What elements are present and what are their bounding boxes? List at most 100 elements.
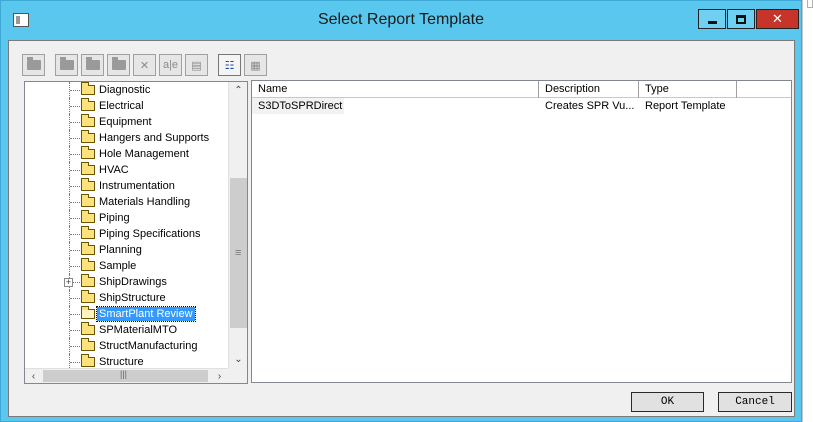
background-element: [807, 0, 813, 8]
grip-icon: |||: [120, 369, 128, 379]
tree-line: [70, 106, 80, 107]
tree-vertical-scrollbar[interactable]: ⌃ ≡ ⌄: [228, 82, 247, 368]
tree-item[interactable]: Sample: [25, 258, 228, 274]
tree-item[interactable]: Hole Management: [25, 146, 228, 162]
tree-item-label: Hole Management: [99, 148, 189, 160]
dialog-client-area: ✕ a|e ▤ ☷ ▦ Diagnostic Electrical Equipmen…: [8, 40, 795, 417]
tree-item[interactable]: Structure: [25, 354, 228, 368]
folder-icon: [81, 130, 95, 143]
horizontal-scroll-thumb[interactable]: |||: [43, 369, 208, 382]
tree-item[interactable]: SPMaterialMTO: [25, 322, 228, 338]
up-folder-icon: [26, 57, 41, 70]
properties-icon: ▤: [191, 59, 202, 72]
template-list[interactable]: Name Description Type S3DToSPRDirect Cre…: [251, 80, 792, 383]
scroll-left-icon[interactable]: ‹: [25, 369, 42, 383]
column-header-type[interactable]: Type: [639, 81, 737, 98]
tree-list: Diagnostic Electrical Equipment Hangers and…: [25, 82, 228, 368]
folder-icon: [81, 210, 95, 223]
folder-icon: [111, 57, 126, 70]
tree-item[interactable]: HVAC: [25, 162, 228, 178]
folder-icon: [81, 194, 95, 207]
tree-line: [70, 314, 80, 315]
tree-item[interactable]: Diagnostic: [25, 82, 228, 98]
scroll-up-icon[interactable]: ⌃: [229, 82, 247, 99]
tree-item-label: StructManufacturing: [99, 340, 198, 352]
tree-line: [70, 90, 80, 91]
tree-item[interactable]: Electrical: [25, 98, 228, 114]
tree-item-label: ShipDrawings: [99, 276, 167, 288]
cancel-button[interactable]: Cancel: [718, 392, 792, 412]
tree-item[interactable]: + ShipDrawings: [25, 274, 228, 290]
tree-item[interactable]: Planning: [25, 242, 228, 258]
properties-button[interactable]: ▤: [185, 54, 208, 76]
folder-button[interactable]: [107, 54, 130, 76]
tree-item[interactable]: StructManufacturing: [25, 338, 228, 354]
folder-tree[interactable]: Diagnostic Electrical Equipment Hangers and…: [24, 81, 248, 384]
tree-item[interactable]: ShipStructure: [25, 290, 228, 306]
folder-icon: [81, 162, 95, 175]
column-header-name[interactable]: Name: [252, 81, 539, 98]
toolbar: ✕ a|e ▤ ☷ ▦: [22, 54, 267, 76]
tree-item-label: Piping Specifications: [99, 228, 201, 240]
delete-icon: ✕: [139, 59, 150, 72]
tree-line: [70, 266, 80, 267]
column-header-description[interactable]: Description: [539, 81, 639, 98]
list-item-name: S3DToSPRDirect: [252, 98, 344, 114]
close-button[interactable]: ✕: [756, 9, 799, 29]
tree-item-label: Materials Handling: [99, 196, 191, 208]
tree-item[interactable]: Instrumentation: [25, 178, 228, 194]
toolbar-separator: [48, 54, 52, 76]
tree-item[interactable]: Materials Handling: [25, 194, 228, 210]
tree-line: [70, 154, 80, 155]
tree-item-label: HVAC: [99, 164, 129, 176]
maximize-button[interactable]: [727, 9, 755, 29]
up-folder-button[interactable]: [22, 54, 45, 76]
background-window-edge: [802, 0, 813, 422]
expand-icon[interactable]: +: [64, 278, 73, 287]
delete-button[interactable]: ✕: [133, 54, 156, 76]
folder-icon: [81, 258, 95, 271]
list-item-type: Report Template: [645, 100, 726, 112]
tree-line: [70, 122, 80, 123]
details-view-button[interactable]: ▦: [244, 54, 267, 76]
rename-button[interactable]: a|e: [159, 54, 182, 76]
tree-item[interactable]: SmartPlant Review: [25, 306, 228, 322]
new-item-button[interactable]: [81, 54, 104, 76]
new-folder-button[interactable]: [55, 54, 78, 76]
rename-icon: a|e: [162, 59, 179, 71]
tree-item[interactable]: Equipment: [25, 114, 228, 130]
scroll-right-icon[interactable]: ›: [211, 369, 228, 383]
tree-line: [70, 218, 80, 219]
tree-line: [70, 186, 80, 187]
list-view-button[interactable]: ☷: [218, 54, 241, 76]
scroll-down-icon[interactable]: ⌄: [229, 351, 247, 368]
tree-line: [70, 138, 80, 139]
tree-item[interactable]: Piping: [25, 210, 228, 226]
folder-icon: [81, 146, 95, 159]
vertical-scroll-thumb[interactable]: ≡: [230, 178, 247, 328]
scrollbar-corner: [228, 368, 247, 383]
title-bar[interactable]: Select Report Template ✕: [1, 1, 801, 41]
ok-button[interactable]: OK: [631, 392, 704, 412]
minimize-button[interactable]: [698, 9, 726, 29]
toolbar-separator: [211, 54, 215, 76]
list-header: Name Description Type: [252, 81, 791, 98]
grip-icon: ≡: [235, 247, 242, 259]
list-item[interactable]: S3DToSPRDirect Creates SPR Vu... Report …: [252, 98, 791, 114]
folder-icon: [81, 226, 95, 239]
minimize-icon: [707, 20, 717, 24]
tree-horizontal-scrollbar[interactable]: ‹ ||| ›: [25, 368, 228, 383]
tree-item-label: Piping: [99, 212, 130, 224]
tree-line: [70, 298, 80, 299]
close-icon: ✕: [772, 11, 783, 26]
maximize-icon: [736, 14, 746, 24]
tree-line: [70, 362, 80, 363]
folder-icon: [81, 114, 95, 127]
tree-item[interactable]: Piping Specifications: [25, 226, 228, 242]
folder-icon: [81, 338, 95, 351]
new-folder-icon: [59, 57, 74, 70]
tree-item[interactable]: Hangers and Supports: [25, 130, 228, 146]
folder-icon: [81, 290, 95, 303]
divider: [802, 0, 803, 422]
tree-item-label: Diagnostic: [99, 84, 151, 96]
